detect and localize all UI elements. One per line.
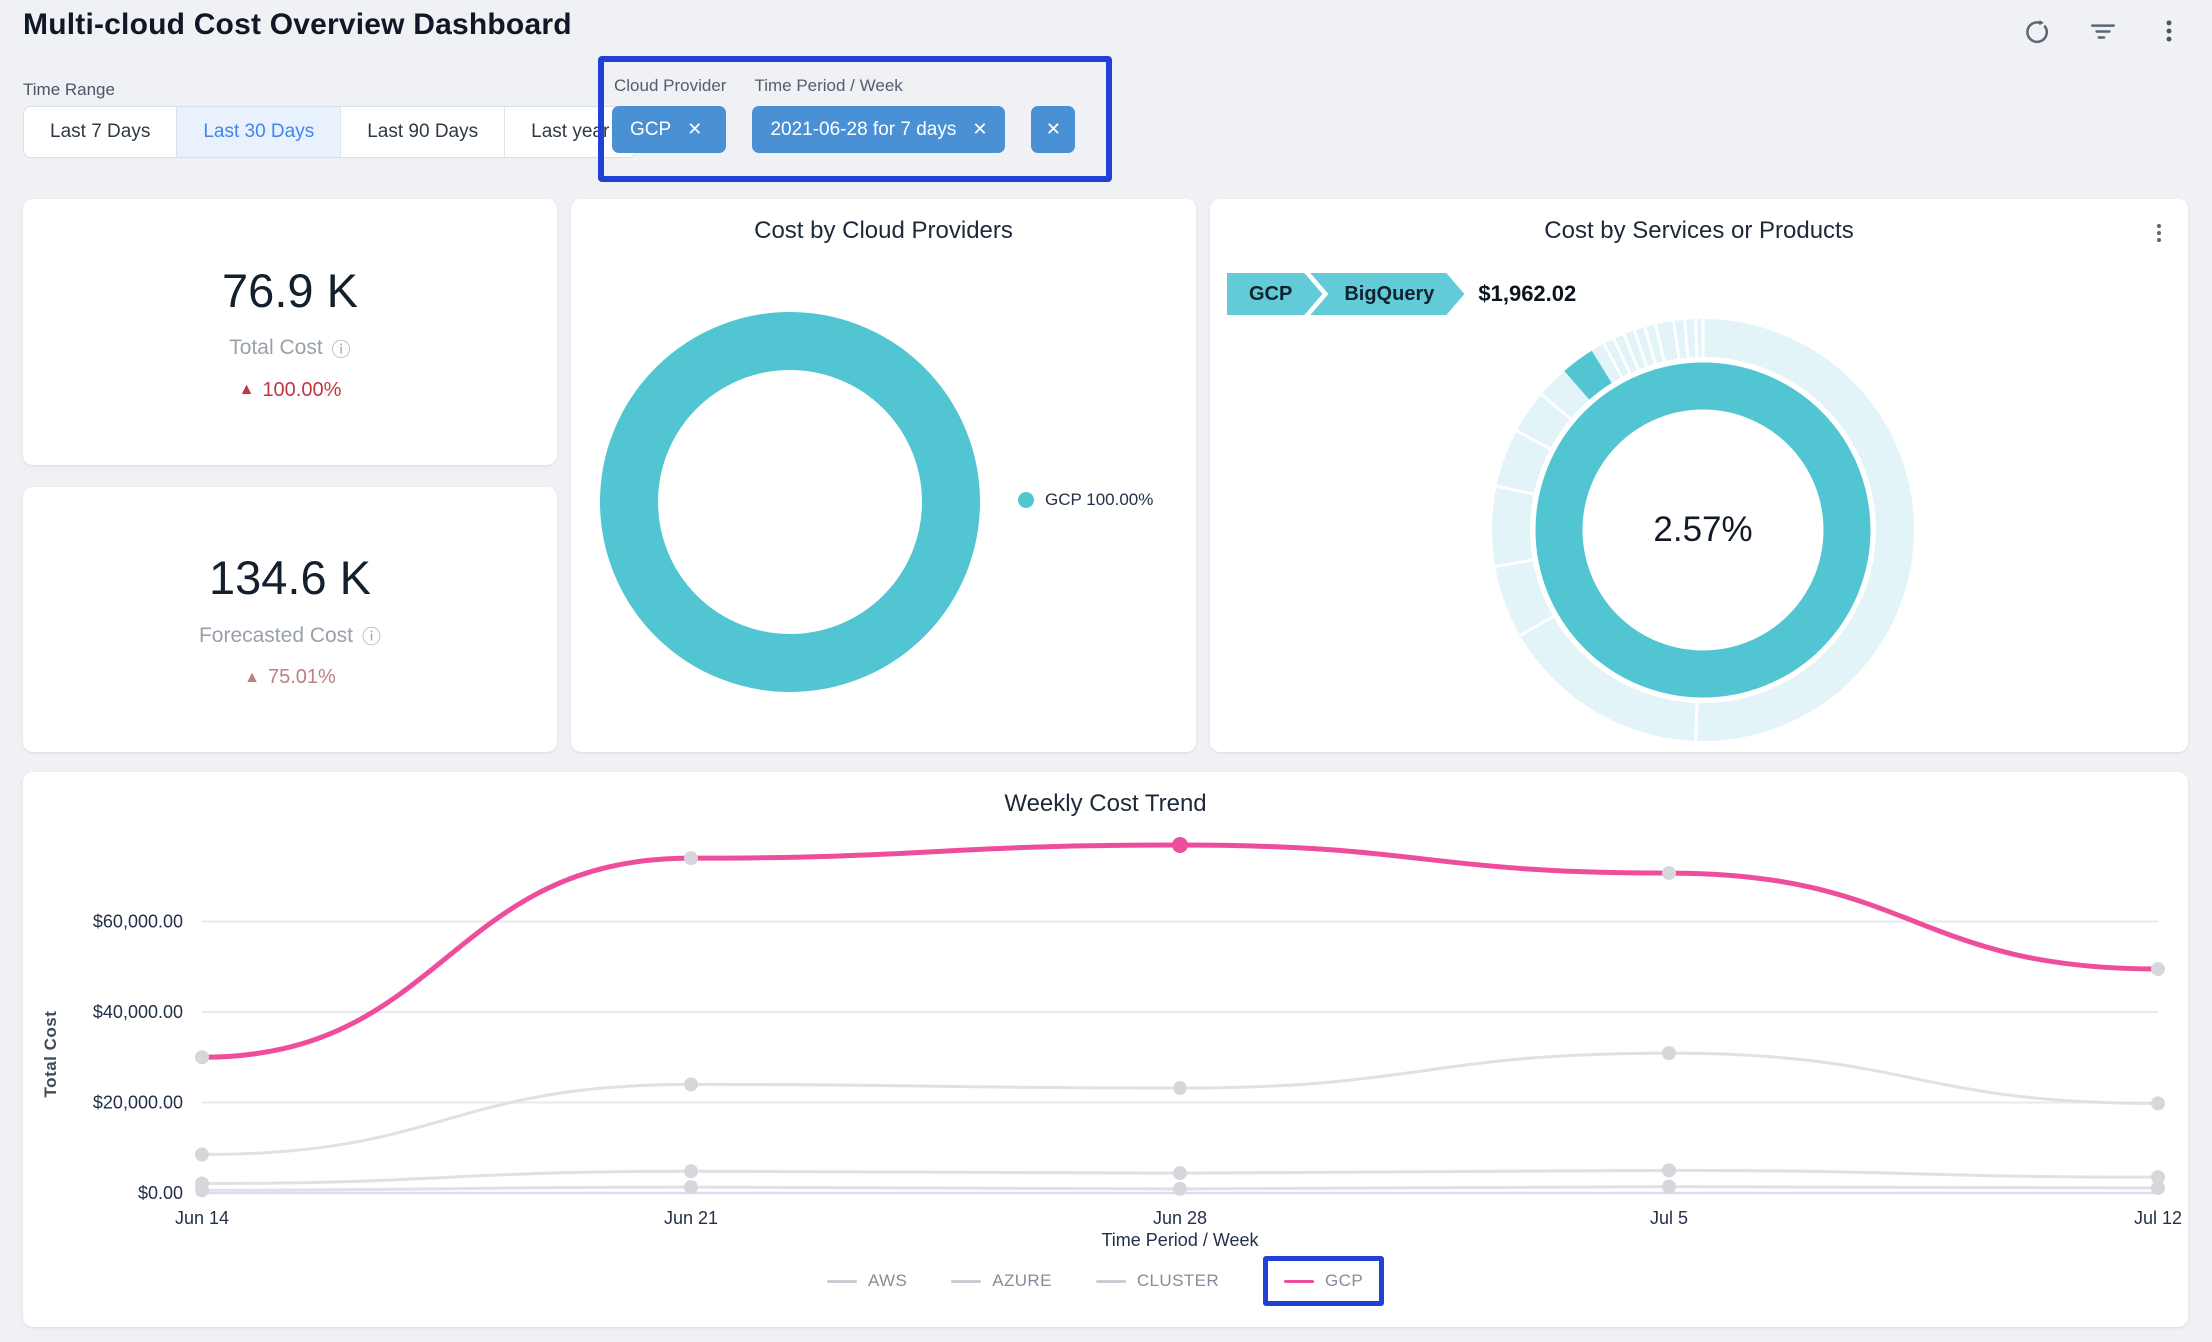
svg-text:$0.00: $0.00 [138, 1183, 183, 1203]
breadcrumb-amount: $1,962.02 [1478, 281, 1576, 307]
clear-filters-button[interactable]: ✕ [1031, 106, 1075, 153]
legend-label: AZURE [992, 1271, 1052, 1291]
card-kebab-menu-icon[interactable] [2148, 221, 2170, 252]
time-range-last-7-days[interactable]: Last 7 Days [24, 107, 176, 157]
filter-chip-value: GCP [630, 119, 671, 141]
header-actions [2022, 16, 2184, 46]
cost-by-cloud-providers-card: Cost by Cloud Providers GCP 100.00% [571, 199, 1196, 752]
kpi-delta-value: 100.00% [262, 379, 341, 402]
time-range-last-30-days[interactable]: Last 30 Days [176, 107, 340, 157]
filter-group-cloud-provider: Cloud Provider GCP ✕ [612, 76, 726, 153]
svg-text:Jun 14: Jun 14 [175, 1208, 229, 1228]
total-cost-card: 76.9 K Total Cost ⓘ ▲ 100.00% [23, 199, 557, 465]
breadcrumb-gcp[interactable]: GCP [1227, 273, 1322, 315]
kpi-delta: ▲ 100.00% [239, 379, 342, 402]
legend-item-azure[interactable]: AZURE [951, 1271, 1052, 1291]
legend-line-swatch [1096, 1280, 1126, 1283]
trend-up-icon: ▲ [239, 381, 255, 399]
forecasted-cost-card: 134.6 K Forecasted Cost ⓘ ▲ 75.01% [23, 487, 557, 752]
trend-up-icon: ▲ [244, 669, 260, 687]
dashboard-page: { "header": { "title": "Multi-cloud Cost… [0, 0, 2212, 1342]
kpi-label-row: Total Cost ⓘ [229, 335, 350, 362]
svg-text:$60,000.00: $60,000.00 [93, 912, 183, 932]
weekly-cost-trend-card: Weekly Cost Trend Total Cost $0.00$20,00… [23, 772, 2188, 1327]
filter-group-time-period-week: Time Period / Week 2021-06-28 for 7 days ✕ [752, 76, 1005, 153]
legend-line-swatch [827, 1280, 857, 1283]
chip-remove-icon[interactable]: ✕ [687, 119, 702, 140]
svg-text:$20,000.00: $20,000.00 [93, 1093, 183, 1113]
time-range-last-90-days[interactable]: Last 90 Days [340, 107, 504, 157]
legend-label: CLUSTER [1137, 1271, 1219, 1291]
time-range-group: Last 7 DaysLast 30 DaysLast 90 DaysLast … [23, 106, 636, 158]
cost-by-services-card: Cost by Services or Products GCPBigQuery… [1210, 199, 2188, 752]
svg-text:$40,000.00: $40,000.00 [93, 1002, 183, 1022]
legend-line-swatch [951, 1280, 981, 1283]
kpi-label: Forecasted Cost [199, 624, 353, 648]
kebab-menu-icon[interactable] [2154, 16, 2184, 46]
kpi-delta: ▲ 75.01% [244, 666, 336, 689]
svg-text:Jun 28: Jun 28 [1153, 1208, 1207, 1228]
kpi-value: 134.6 K [209, 550, 371, 605]
svg-text:Jun 21: Jun 21 [664, 1208, 718, 1228]
legend-label: GCP [1325, 1271, 1363, 1291]
legend-line-swatch [1284, 1280, 1314, 1283]
page-title: Multi-cloud Cost Overview Dashboard [23, 8, 572, 42]
chip-remove-icon[interactable]: ✕ [972, 119, 987, 140]
legend-item-gcp-annotated[interactable]: GCP [1263, 1256, 1384, 1306]
time-range-label: Time Range [23, 80, 115, 100]
svg-text:Jul 5: Jul 5 [1650, 1208, 1688, 1228]
info-icon[interactable]: ⓘ [332, 335, 351, 362]
donut-center-value: 2.57% [1653, 510, 1752, 550]
filter-chip-2021-06-28-for-7-days[interactable]: 2021-06-28 for 7 days ✕ [752, 106, 1005, 153]
provider-chart-legend: GCP 100.00% [1018, 490, 1153, 510]
legend-label[interactable]: GCP 100.00% [1045, 490, 1153, 510]
legend-label: AWS [868, 1271, 907, 1291]
filter-label: Time Period / Week [752, 76, 1005, 96]
annotation-box-filters: Cloud Provider GCP ✕ Time Period / Week 2021… [598, 56, 1112, 182]
kpi-label: Total Cost [229, 336, 322, 360]
services-chart-title: Cost by Services or Products [1210, 199, 2188, 245]
kpi-label-row: Forecasted Cost ⓘ [199, 622, 381, 649]
breadcrumb-bigquery[interactable]: BigQuery [1310, 273, 1464, 315]
filter-chip-value: 2021-06-28 for 7 days [770, 119, 956, 141]
trend-legend: AWS AZURE CLUSTER GCP [23, 1256, 2188, 1306]
legend-item-aws[interactable]: AWS [827, 1271, 907, 1291]
trend-x-axis-label: Time Period / Week [202, 1230, 2158, 1251]
kpi-value: 76.9 K [222, 263, 358, 318]
filter-icon[interactable] [2088, 16, 2118, 46]
provider-donut-chart[interactable] [590, 302, 990, 702]
svg-text:Jul 12: Jul 12 [2134, 1208, 2182, 1228]
provider-chart-title: Cost by Cloud Providers [571, 199, 1196, 245]
legend-dot [1018, 492, 1034, 508]
breadcrumb: GCPBigQuery $1,962.02 [1227, 273, 1576, 315]
filter-label: Cloud Provider [612, 76, 726, 96]
filter-chip-gcp[interactable]: GCP ✕ [612, 106, 726, 153]
legend-item-cluster[interactable]: CLUSTER [1096, 1271, 1219, 1291]
kpi-delta-value: 75.01% [268, 666, 336, 689]
trend-line-chart[interactable]: $0.00 $20,000.00 $40,000.00 $60,000.00 Jun 1… [23, 772, 2188, 1242]
refresh-icon[interactable] [2022, 16, 2052, 46]
info-icon[interactable]: ⓘ [362, 622, 381, 649]
filter-groups: Cloud Provider GCP ✕ Time Period / Week 2021… [612, 76, 1075, 153]
